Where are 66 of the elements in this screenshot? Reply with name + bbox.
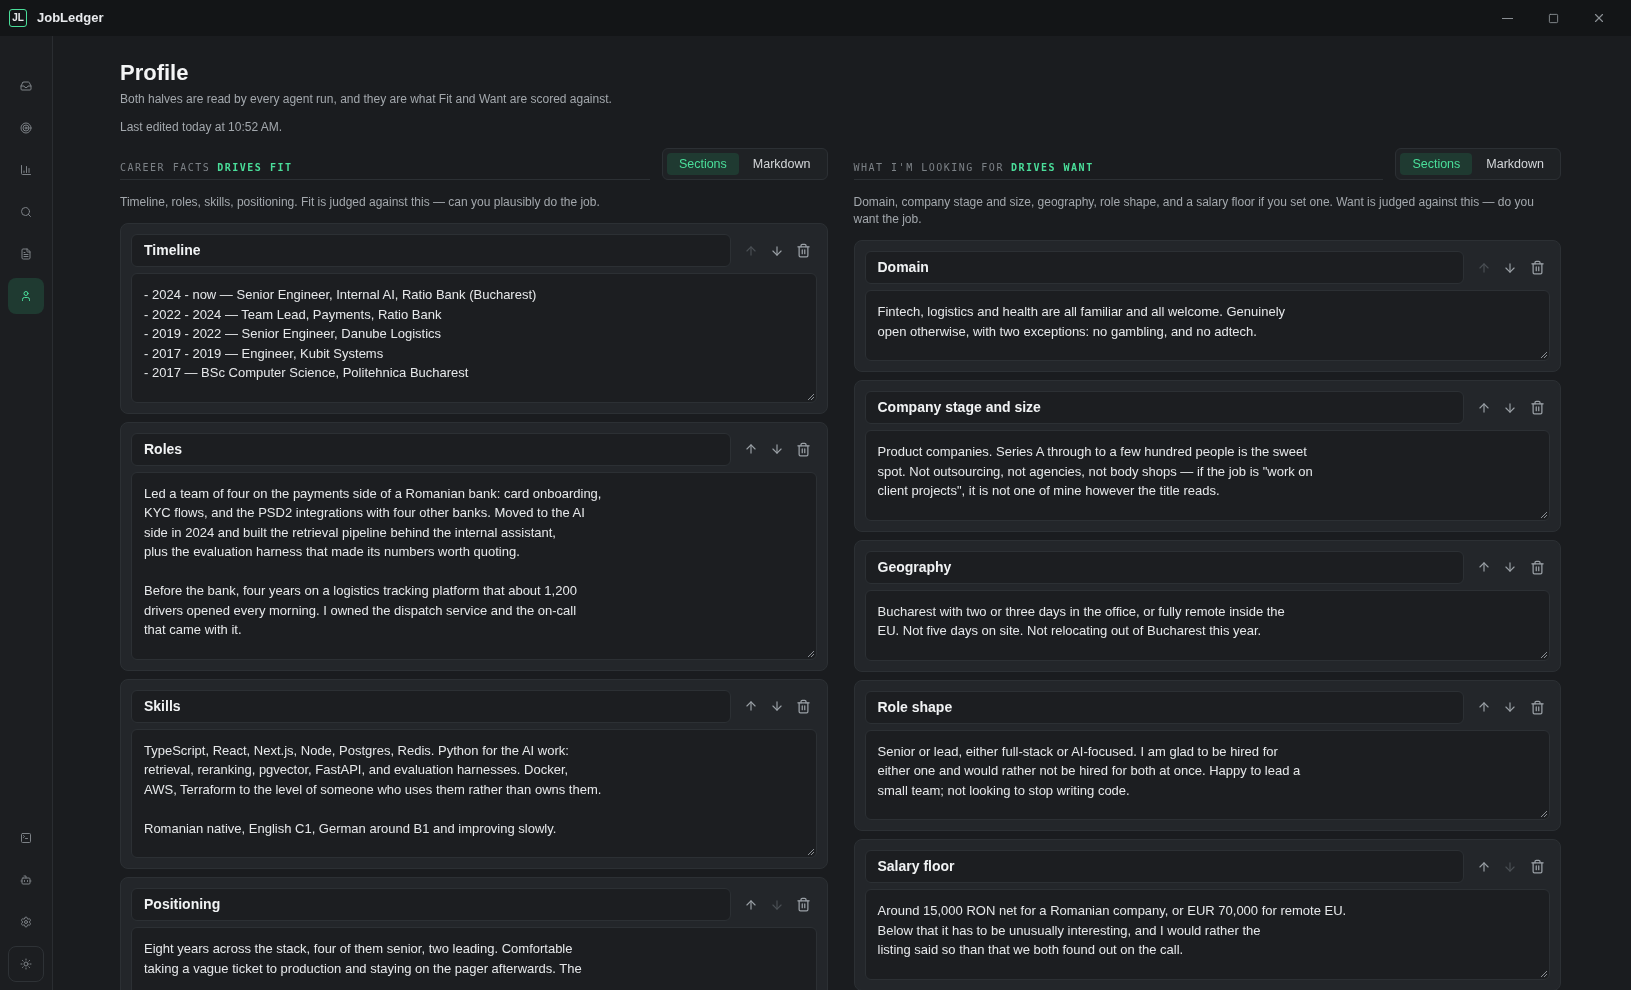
delete-button[interactable] — [1528, 398, 1546, 417]
user-nav-button[interactable] — [8, 278, 44, 314]
resize-grip-icon[interactable] — [1540, 969, 1547, 977]
column-description: Domain, company stage and size, geography, role shape, and a salary floor if you set one. Want is judged against this — do you want the job. — [853, 194, 1535, 228]
section-text-area[interactable]: Senior or lead, either full-stack or AI-focused. I am glad to be hired for either one and would rather not be hired for both at once. Happy to lead a small team; not looking to stop writing code. — [865, 730, 1549, 819]
view-tab[interactable]: Markdown — [1474, 153, 1556, 175]
maximize-icon — [1547, 12, 1559, 24]
column-label: WHAT I'M LOOKING FOR — [853, 161, 1004, 175]
robot-icon — [20, 874, 32, 886]
section-text-area[interactable]: Bucharest with two or three days in the office, or fully remote inside the EU. Not five days on site. Not relocating out of Bucharest this year. — [865, 590, 1549, 660]
section-text-area[interactable]: Around 15,000 RON net for a Romanian company, or EUR 70,000 for remote EU. Below that it has to be unusually interesting, and I would rather the listing said so than that we both found out on the call. — [865, 890, 1549, 979]
search-icon — [20, 206, 32, 218]
section-title-field[interactable]: Domain — [864, 251, 1464, 284]
terminal-icon — [20, 832, 32, 844]
delete-button[interactable] — [1528, 258, 1546, 277]
section-text-area[interactable]: TypeScript, React, Next.js, Node, Postgres, Redis. Python for the AI work: retrieval, reranking, pgvector, FastAPI, and evaluation harnesses. Docker, AWS, Terraform to the level of someone who uses them rather than owns them. Romanian native, English C1, German around B1 and improving slowly. — [132, 729, 816, 857]
target-icon — [20, 122, 32, 134]
section-title-field[interactable]: Roles — [131, 432, 731, 466]
section-title-field[interactable]: Positioning — [131, 888, 731, 921]
settings-icon — [20, 916, 32, 928]
minimize-icon — [1501, 17, 1513, 19]
section-text-area[interactable]: Eight years across the stack, four of them senior, two leading. Comfortable taking a vague ticket to production and staying on the pager afterwards. The — [132, 928, 816, 990]
delete-button[interactable] — [794, 241, 813, 260]
resize-grip-icon[interactable] — [806, 392, 814, 400]
move-up-button[interactable] — [1476, 699, 1492, 715]
app-title: JobLedger — [37, 9, 104, 28]
delete-button[interactable] — [794, 697, 813, 715]
column-label: CAREER FACTS — [120, 161, 211, 175]
delete-button[interactable] — [794, 895, 813, 914]
delete-button[interactable] — [794, 440, 813, 458]
column-description: Timeline, roles, skills, positioning. Fit is judged against this — can you plausibly do the job. — [120, 194, 601, 211]
last-edited-text: Last edited today at 10:52 AM. — [120, 119, 284, 136]
delete-button[interactable] — [1528, 857, 1546, 876]
chart-icon — [20, 164, 32, 176]
column-accent-label: DRIVES FIT — [217, 161, 293, 175]
inbox-icon — [20, 80, 32, 92]
section-title-field[interactable]: Company stage and size — [864, 391, 1464, 424]
section-text-area[interactable]: Led a team of four on the payments side of a Romanian bank: card onboarding, KYC flows, and the PSD2 integrations with four other banks. Moved to the AI side in 2024 and built the retrieval pipeline behind the internal assistant, plus the evaluation harness that made its numbers worth quoting. Before the bank, four years on a logistics tracking platform that about 1,200 drivers opened every morning. I owned the dispatch service and the on-call that came with it. — [132, 472, 816, 659]
section-text-area[interactable]: Fintech, logistics and health are all familiar and all welcome. Genuinely open otherwise, with two exceptions: no gambling, and no adtech. — [865, 291, 1549, 360]
section-text-area[interactable]: - 2024 - now — Senior Engineer, Internal AI, Ratio Bank (Bucharest) - 2022 - 2024 — Team Lead, Payments, Ratio Bank - 2019 - 2022 — Senior Engineer, Danube Logistics - 2017 - 2019 — Engineer, Kubit Systems - 2017 — BSc Computer Science, Politehnica Bucharest — [132, 274, 816, 402]
delete-button[interactable] — [1528, 558, 1546, 576]
section-title-field[interactable]: Role shape — [864, 690, 1464, 724]
resize-grip-icon[interactable] — [1540, 810, 1547, 817]
app-logo: JL — [9, 9, 27, 27]
sun-icon — [20, 958, 32, 970]
section-title-field[interactable]: Timeline — [131, 234, 731, 267]
section-title-field[interactable]: Skills — [131, 689, 731, 723]
resize-grip-icon[interactable] — [1540, 650, 1547, 658]
view-tab[interactable]: Sections — [1400, 153, 1473, 175]
column-accent-label: DRIVES WANT — [1010, 161, 1094, 175]
resize-grip-icon[interactable] — [806, 649, 814, 657]
section-title-field[interactable]: Salary floor — [864, 850, 1464, 883]
file-icon — [20, 248, 32, 260]
view-tab[interactable]: Markdown — [740, 153, 823, 175]
resize-grip-icon[interactable] — [1540, 351, 1547, 358]
section-text-area[interactable]: Product companies. Series A through to a few hundred people is the sweet spot. Not outsourcing, not agencies, not body shops — if the job is "work on client projects", it is not one of mine however the title reads. — [865, 431, 1549, 520]
section-title-field[interactable]: Geography — [864, 550, 1464, 584]
page-title: Profile — [120, 59, 190, 87]
resize-grip-icon[interactable] — [1540, 510, 1547, 518]
resize-grip-icon[interactable] — [806, 848, 814, 855]
view-tab[interactable]: Sections — [666, 153, 739, 175]
delete-button[interactable] — [1528, 698, 1546, 716]
page-subtitle: Both halves are read by every agent run, and they are what Fit and Want are scored against. — [120, 91, 613, 108]
close-icon — [1592, 11, 1606, 25]
user-icon — [20, 290, 32, 302]
move-up-button[interactable] — [1476, 559, 1492, 575]
